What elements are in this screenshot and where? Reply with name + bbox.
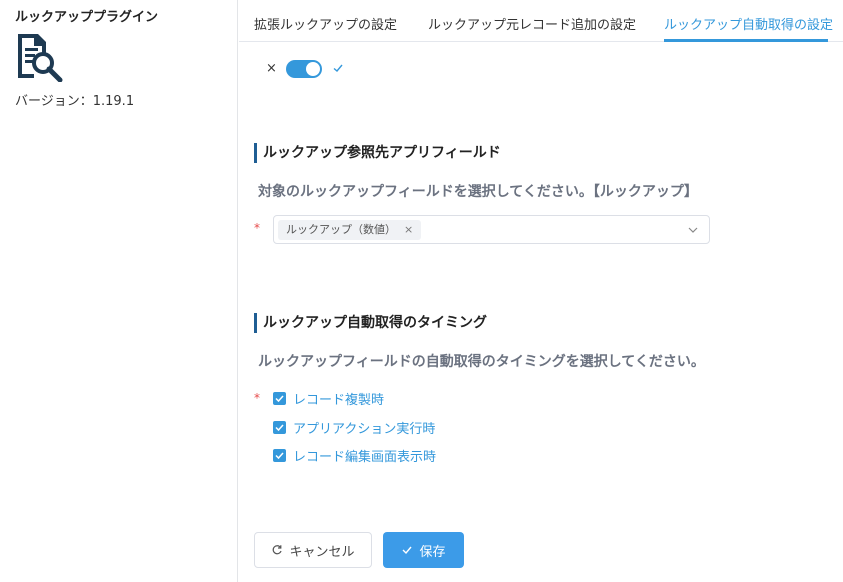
required-mark: *: [254, 221, 260, 235]
checkbox-label: アプリアクション実行時: [293, 421, 436, 437]
checkbox-record-edit-view[interactable]: レコード編集画面表示時: [273, 447, 437, 465]
section-title-lookup-field: ルックアップ参照先アプリフィールド: [254, 143, 654, 163]
document-search-icon: [14, 32, 64, 83]
checkbox-checked-icon: [273, 448, 286, 462]
checkbox-label: レコード複製時: [293, 392, 385, 408]
tab-extended-lookup[interactable]: 拡張ルックアップの設定: [254, 14, 397, 33]
required-mark: *: [254, 391, 260, 405]
selected-tag: ルックアップ（数値） ×: [278, 220, 422, 240]
tag-close-icon[interactable]: ×: [404, 223, 413, 236]
toggle-off-label: ×: [266, 61, 277, 76]
sidebar: ルックアッププラグイン バージョン：1.19.1: [0, 0, 238, 582]
selected-tag-label: ルックアップ（数値）: [286, 223, 396, 236]
tab-auto-fetch[interactable]: ルックアップ自動取得の設定: [664, 14, 833, 33]
cancel-button[interactable]: キャンセル: [254, 532, 372, 568]
cancel-button-label: キャンセル: [289, 544, 355, 560]
checkbox-record-duplicate[interactable]: レコード複製時: [273, 390, 385, 408]
section-desc-timing: ルックアップフィールドの自動取得のタイミングを選択してください。: [258, 354, 705, 370]
section-title-timing: ルックアップ自動取得のタイミング: [254, 313, 654, 333]
checkbox-app-action[interactable]: アプリアクション実行時: [273, 419, 436, 437]
save-button-label: 保存: [419, 544, 446, 560]
check-icon: [402, 546, 413, 555]
toggle-knob: [306, 62, 320, 76]
checkbox-checked-icon: [273, 420, 286, 434]
section-desc-lookup-field: 対象のルックアップフィールドを選択してください。【ルックアップ】: [258, 184, 698, 200]
active-tab-indicator: [664, 39, 828, 42]
save-button[interactable]: 保存: [383, 532, 464, 568]
plugin-title: ルックアッププラグイン: [15, 10, 159, 25]
main-panel: 拡張ルックアップの設定 ルックアップ元レコード追加の設定 ルックアップ自動取得の…: [239, 0, 843, 582]
chevron-down-icon: [688, 227, 698, 233]
check-icon: [333, 64, 343, 72]
enable-toggle[interactable]: [286, 60, 322, 78]
tab-source-record-add[interactable]: ルックアップ元レコード追加の設定: [428, 14, 636, 33]
checkbox-label: レコード編集画面表示時: [293, 449, 437, 465]
tab-bar: 拡張ルックアップの設定 ルックアップ元レコード追加の設定 ルックアップ自動取得の…: [239, 0, 843, 42]
refresh-icon: [273, 545, 283, 555]
version-label: バージョン：1.19.1: [15, 94, 135, 109]
lookup-field-select[interactable]: ルックアップ（数値） ×: [273, 215, 710, 244]
checkbox-checked-icon: [273, 391, 286, 405]
